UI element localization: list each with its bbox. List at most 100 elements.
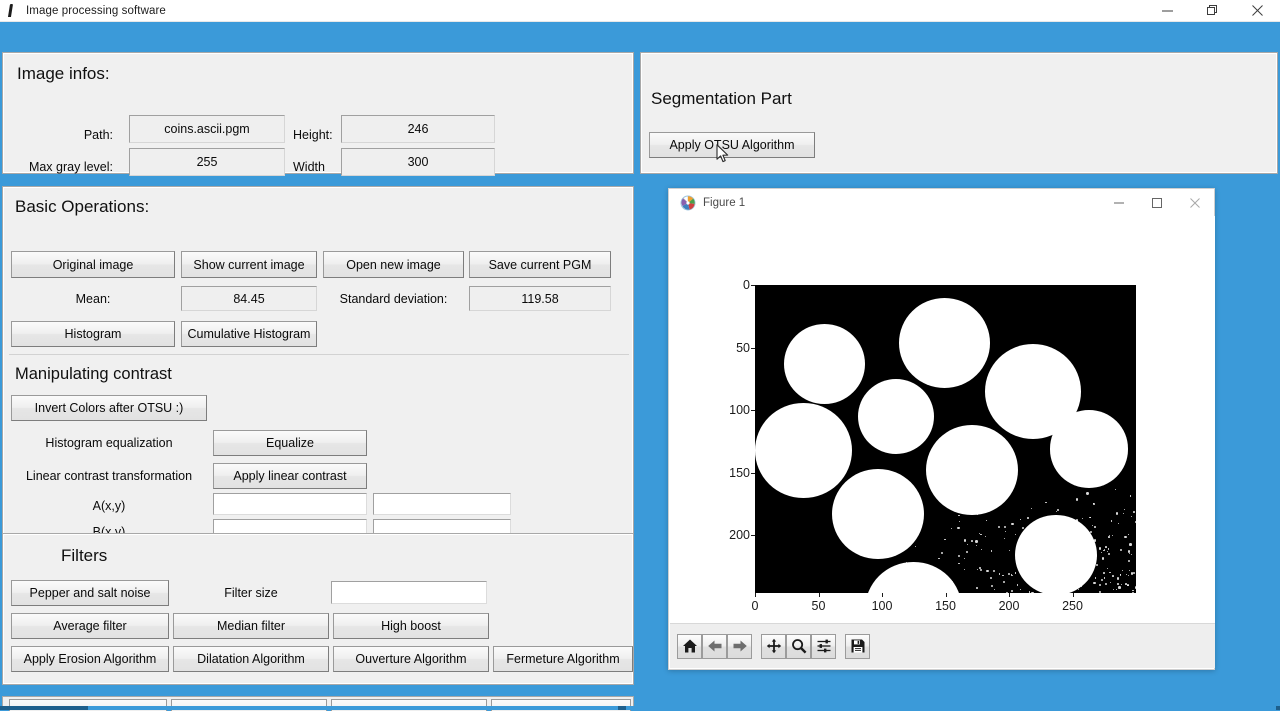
minimize-icon[interactable] <box>1145 0 1190 22</box>
median-filter-button[interactable]: Median filter <box>173 613 329 639</box>
height-field[interactable]: 246 <box>341 115 495 143</box>
noise-speck <box>944 585 948 588</box>
y-axis-tick-label: 150 <box>729 465 750 480</box>
toolbar-separator-2 <box>836 646 845 647</box>
segmentation-title: Segmentation Part <box>651 89 792 108</box>
noise-speck <box>1129 495 1131 497</box>
pepper-and-salt-noise-button[interactable]: Pepper and salt noise <box>11 580 169 606</box>
image-infos-panel: Image infos: Path: coins.ascii.pgm Heigh… <box>2 52 634 176</box>
equalize-button[interactable]: Equalize <box>213 430 367 456</box>
high-boost-button[interactable]: High boost <box>333 613 489 639</box>
invert-colors-button[interactable]: Invert Colors after OTSU :) <box>11 395 207 421</box>
noise-speck <box>1028 590 1031 593</box>
dilatation-button[interactable]: Dilatation Algorithm <box>173 646 329 672</box>
histogram-button[interactable]: Histogram <box>11 321 175 347</box>
noise-speck <box>958 562 960 565</box>
noise-speck <box>989 576 993 580</box>
noise-speck <box>1055 510 1058 513</box>
figure-maximize-icon[interactable] <box>1138 189 1176 216</box>
a-xy-input-2[interactable] <box>373 493 511 515</box>
noise-speck <box>1103 572 1106 575</box>
window-titlebar: Image processing software <box>0 0 1280 22</box>
noise-speck <box>1122 570 1124 572</box>
open-new-image-button[interactable]: Open new image <box>323 251 464 278</box>
x-axis-tick-label: 250 <box>1062 599 1083 613</box>
noise-speck <box>1011 522 1014 526</box>
noise-speck <box>1122 512 1125 515</box>
noise-speck <box>975 545 977 547</box>
noise-speck <box>1046 564 1048 566</box>
mean-field[interactable]: 84.45 <box>181 286 317 311</box>
noise-speck <box>1078 539 1081 543</box>
average-filter-button[interactable]: Average filter <box>11 613 169 639</box>
noise-speck <box>1048 585 1051 589</box>
noise-speck <box>1069 558 1073 561</box>
noise-speck <box>1075 498 1079 501</box>
noise-speck <box>1034 578 1038 581</box>
fermeture-button[interactable]: Fermeture Algorithm <box>493 646 633 672</box>
noise-speck <box>1008 549 1011 552</box>
noise-speck <box>1116 577 1120 580</box>
noise-speck <box>966 543 968 545</box>
noise-speck <box>1053 553 1055 554</box>
restore-icon[interactable] <box>1190 0 1235 22</box>
noise-speck <box>963 569 966 571</box>
binary-segmentation-plot[interactable]: 0 50 100 150 200 0 50 100 150 200 250 <box>729 278 1139 657</box>
home-icon[interactable] <box>677 633 702 659</box>
noise-speck <box>1056 508 1059 511</box>
noise-speck <box>1101 557 1105 560</box>
forward-arrow-icon[interactable] <box>727 633 752 659</box>
matplotlib-navigation-toolbar <box>670 623 1215 668</box>
y-axis-tick-mark <box>751 410 755 412</box>
max-gray-level-field[interactable]: 255 <box>129 148 285 176</box>
filter-size-input[interactable] <box>331 581 487 604</box>
pan-icon[interactable] <box>761 633 786 659</box>
width-field[interactable]: 300 <box>341 148 495 176</box>
basic-operations-panel: Basic Operations: Original image Show cu… <box>2 186 634 553</box>
window-title: Image processing software <box>26 4 166 17</box>
ouverture-button[interactable]: Ouverture Algorithm <box>333 646 489 672</box>
apply-erosion-button[interactable]: Apply Erosion Algorithm <box>11 646 169 672</box>
noise-speck <box>1069 588 1071 590</box>
segmentation-panel: Segmentation Part Apply OTSU Algorithm <box>640 52 1278 174</box>
noise-speck <box>957 526 960 530</box>
zoom-icon[interactable] <box>786 633 811 659</box>
noise-speck <box>1130 553 1132 555</box>
noise-speck <box>1115 489 1117 491</box>
noise-speck <box>1125 583 1127 585</box>
x-axis-tick-mark <box>945 593 947 597</box>
basic-operations-title: Basic Operations: <box>15 197 150 216</box>
noise-speck <box>905 562 907 564</box>
noise-speck <box>1129 542 1132 546</box>
noise-speck <box>1095 555 1097 557</box>
original-image-button[interactable]: Original image <box>11 251 175 278</box>
configure-subplots-icon[interactable] <box>811 633 836 659</box>
noise-speck <box>1104 583 1107 586</box>
figure-canvas[interactable]: 0 50 100 150 200 0 50 100 150 200 250 <box>670 216 1215 657</box>
figure-minimize-icon[interactable] <box>1100 189 1138 216</box>
save-icon[interactable] <box>845 633 870 659</box>
noise-speck <box>944 538 946 540</box>
figure-window: Figure 1 0 50 100 150 200 0 50 100 150 200 250 <box>668 188 1215 670</box>
noise-speck <box>990 584 994 588</box>
y-axis-tick-mark <box>751 535 755 537</box>
noise-speck <box>1134 521 1137 524</box>
noise-speck <box>992 569 996 573</box>
apply-linear-contrast-button[interactable]: Apply linear contrast <box>213 463 367 489</box>
cumulative-histogram-button[interactable]: Cumulative Histogram <box>181 321 317 347</box>
standard-deviation-field[interactable]: 119.58 <box>469 286 611 311</box>
taskbar-item-2[interactable] <box>626 706 1276 710</box>
noise-speck <box>1081 577 1083 580</box>
a-xy-input-1[interactable] <box>213 493 367 515</box>
noise-speck <box>1130 515 1132 517</box>
path-field[interactable]: coins.ascii.pgm <box>129 115 285 143</box>
apply-otsu-button[interactable]: Apply OTSU Algorithm <box>649 132 815 158</box>
save-current-pgm-button[interactable]: Save current PGM <box>469 251 611 278</box>
show-current-image-button[interactable]: Show current image <box>181 251 317 278</box>
noise-speck <box>1023 558 1026 560</box>
back-arrow-icon[interactable] <box>702 633 727 659</box>
close-icon[interactable] <box>1235 0 1280 22</box>
figure-close-icon[interactable] <box>1176 189 1214 216</box>
taskbar-item-1[interactable] <box>88 706 618 710</box>
noise-speck <box>986 569 989 573</box>
